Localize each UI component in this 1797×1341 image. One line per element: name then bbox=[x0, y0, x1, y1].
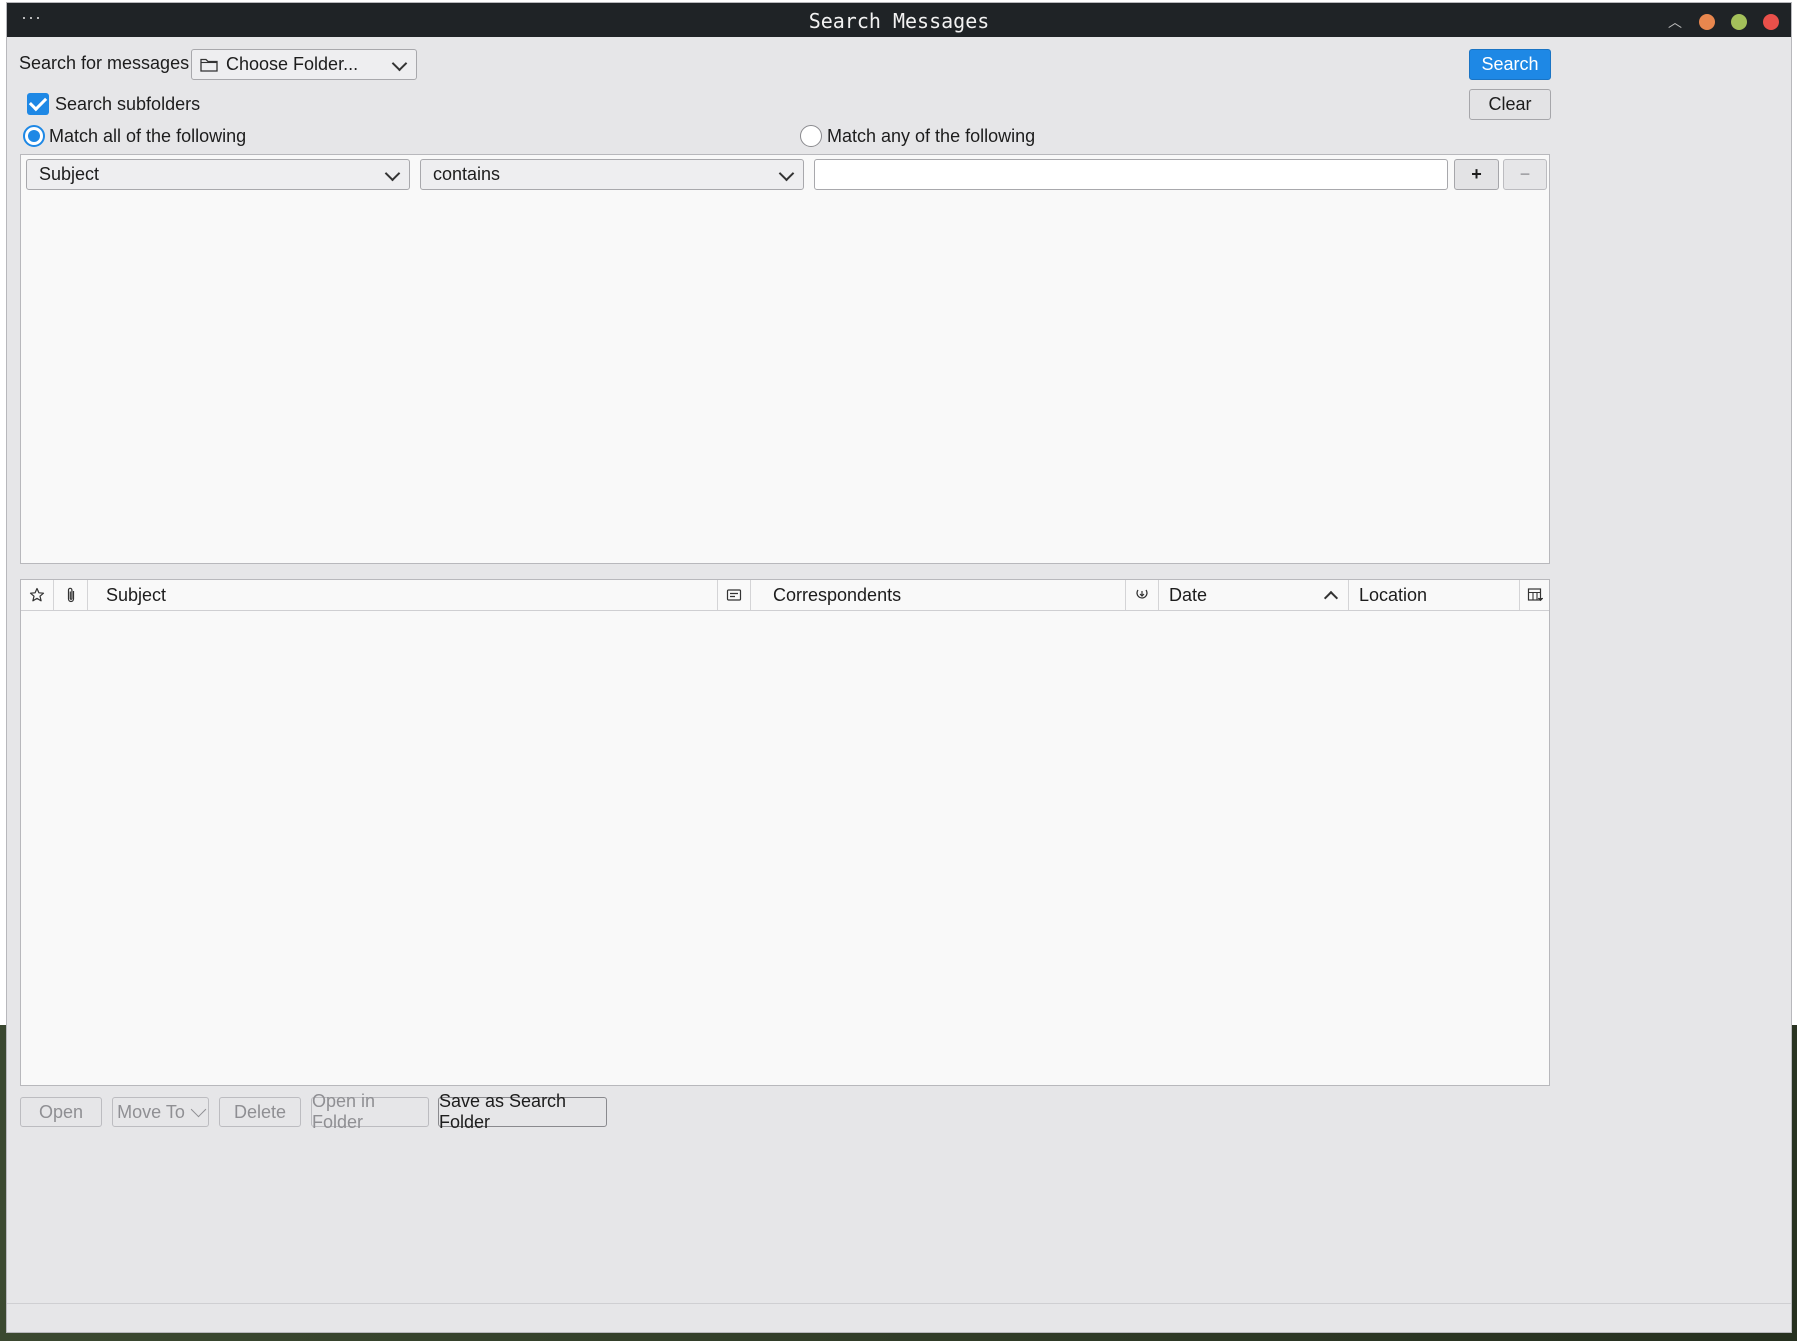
open-in-folder-label: Open in Folder bbox=[312, 1091, 376, 1132]
search-messages-dialog: ··· Search Messages ︿ Search for message… bbox=[6, 2, 1792, 1333]
search-button-label: Search bbox=[1481, 54, 1539, 74]
match-any-label[interactable]: Match any of the following bbox=[827, 126, 1035, 147]
column-picker-icon bbox=[1520, 587, 1550, 603]
save-as-search-folder-button[interactable]: Save as Search Folder bbox=[438, 1091, 607, 1132]
chevron-down-icon bbox=[392, 58, 406, 72]
search-subfolders-label[interactable]: Search subfolders bbox=[55, 94, 200, 115]
term-value-input[interactable] bbox=[814, 159, 1448, 190]
column-attachment[interactable] bbox=[54, 580, 88, 610]
junk-status-icon bbox=[1126, 587, 1158, 603]
move-to-button[interactable]: Move To bbox=[112, 1097, 209, 1127]
term-field-value: Subject bbox=[39, 164, 100, 184]
clear-button-label: Clear bbox=[1488, 94, 1532, 114]
column-junk-status[interactable] bbox=[1126, 580, 1159, 610]
add-term-button[interactable]: + bbox=[1454, 159, 1499, 190]
clear-button[interactable]: Clear bbox=[1469, 89, 1551, 120]
column-location[interactable]: Location bbox=[1349, 580, 1520, 610]
sort-ascending-icon bbox=[1324, 589, 1336, 601]
maximize-button[interactable] bbox=[1731, 14, 1747, 30]
add-term-label: + bbox=[1471, 164, 1482, 184]
folder-picker-value: Choose Folder... bbox=[226, 54, 359, 74]
star-icon bbox=[21, 587, 53, 603]
chevron-down-icon bbox=[779, 168, 793, 182]
status-bar bbox=[7, 1303, 1791, 1332]
results-body bbox=[21, 611, 1549, 1085]
column-correspondents-label: Correspondents bbox=[773, 584, 902, 605]
move-to-button-label: Move To bbox=[117, 1101, 185, 1122]
shade-icon[interactable]: ︿ bbox=[1667, 12, 1683, 32]
match-all-radio[interactable] bbox=[23, 125, 45, 147]
save-as-search-folder-label: Save as Search Folder bbox=[439, 1091, 567, 1132]
window-title: Search Messages bbox=[808, 9, 990, 33]
close-button[interactable] bbox=[1763, 14, 1779, 30]
minimize-button[interactable] bbox=[1699, 14, 1715, 30]
remove-term-button[interactable]: − bbox=[1503, 159, 1547, 190]
term-field-select[interactable]: Subject bbox=[26, 159, 410, 190]
delete-button[interactable]: Delete bbox=[219, 1097, 301, 1127]
thread-icon bbox=[718, 588, 750, 602]
title-bar: ··· Search Messages ︿ bbox=[7, 3, 1791, 37]
column-subject[interactable]: Subject bbox=[88, 580, 718, 610]
column-location-label: Location bbox=[1359, 584, 1428, 605]
column-starred[interactable] bbox=[21, 580, 54, 610]
pane-splitter[interactable] bbox=[7, 569, 1791, 575]
term-operator-value: contains bbox=[433, 164, 501, 184]
chevron-down-icon bbox=[385, 168, 399, 182]
folder-picker[interactable]: Choose Folder... bbox=[191, 49, 417, 80]
term-operator-select[interactable]: contains bbox=[420, 159, 804, 190]
search-button[interactable]: Search bbox=[1469, 49, 1551, 80]
open-button-label: Open bbox=[38, 1101, 84, 1122]
open-button[interactable]: Open bbox=[20, 1097, 102, 1127]
folder-icon bbox=[200, 57, 220, 72]
column-date[interactable]: Date bbox=[1159, 580, 1349, 610]
chevron-down-icon bbox=[190, 1101, 207, 1117]
search-terms-list: Subject contains + − bbox=[20, 154, 1550, 564]
match-all-label[interactable]: Match all of the following bbox=[49, 126, 246, 147]
open-in-folder-button[interactable]: Open in Folder bbox=[311, 1091, 429, 1132]
match-any-radio[interactable] bbox=[800, 125, 822, 147]
search-subfolders-checkbox[interactable] bbox=[27, 93, 49, 115]
column-date-label: Date bbox=[1169, 584, 1208, 605]
results-header: Subject Correspondents Date Location bbox=[21, 580, 1549, 611]
search-in-label: Search for messages in: bbox=[19, 53, 214, 73]
column-thread[interactable] bbox=[718, 580, 751, 610]
delete-button-label: Delete bbox=[233, 1101, 287, 1122]
column-subject-label: Subject bbox=[106, 584, 167, 605]
results-table: Subject Correspondents Date Location bbox=[20, 579, 1550, 1086]
column-correspondents[interactable]: Correspondents bbox=[751, 580, 1126, 610]
paperclip-icon bbox=[54, 586, 87, 604]
dialog-content: Search for messages in: Choose Folder...… bbox=[7, 37, 1791, 1332]
remove-term-label: − bbox=[1519, 164, 1531, 184]
column-picker[interactable] bbox=[1520, 580, 1550, 610]
window-controls: ︿ bbox=[1667, 12, 1779, 32]
